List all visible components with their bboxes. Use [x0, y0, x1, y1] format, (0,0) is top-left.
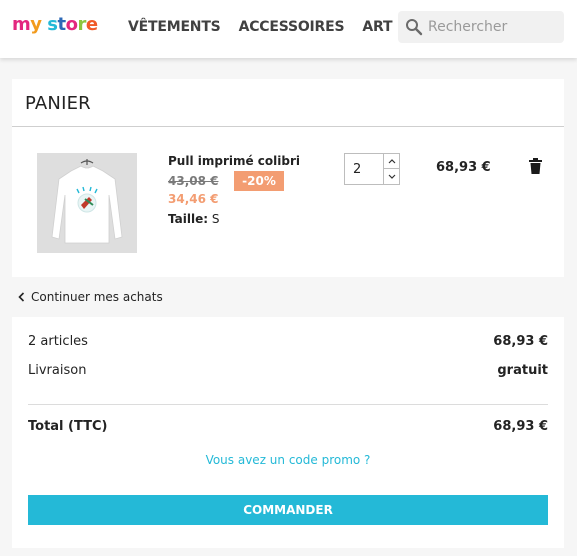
- shipping-value: gratuit: [497, 363, 548, 378]
- regular-price: 43,08 €: [168, 174, 219, 188]
- checkout-button[interactable]: COMMANDER: [28, 495, 548, 525]
- articles-label: 2 articles: [28, 334, 88, 349]
- search-input[interactable]: [428, 17, 558, 37]
- quantity-stepper: [344, 153, 400, 185]
- sale-price: 34,46 €: [168, 192, 219, 206]
- increase-quantity-button[interactable]: [383, 154, 399, 169]
- chevron-up-icon: [388, 159, 395, 164]
- continue-shopping-link[interactable]: Continuer mes achats: [18, 290, 163, 304]
- articles-value: 68,93 €: [493, 334, 548, 349]
- line-total: 68,93 €: [436, 160, 491, 175]
- trash-icon[interactable]: [529, 158, 542, 174]
- product-name[interactable]: Pull imprimé colibri: [168, 154, 300, 168]
- divider: [28, 404, 548, 405]
- shipping-label: Livraison: [28, 363, 87, 378]
- product-attribute-size: Taille: S: [168, 212, 219, 226]
- nav-item-art[interactable]: ART: [362, 19, 392, 35]
- continue-shopping-label: Continuer mes achats: [31, 290, 163, 304]
- cart-title: PANIER: [25, 93, 91, 114]
- divider: [12, 126, 564, 127]
- product-image[interactable]: [37, 153, 137, 253]
- chevron-left-icon: [18, 292, 25, 302]
- discount-badge: -20%: [234, 171, 284, 191]
- search-box[interactable]: [398, 11, 564, 43]
- search-icon[interactable]: [404, 17, 424, 37]
- nav-item-vetements[interactable]: VÊTEMENTS: [128, 19, 221, 35]
- site-header: my store VÊTEMENTS ACCESSOIRES ART: [0, 0, 577, 58]
- summary-row-shipping: Livraison gratuit: [28, 363, 548, 378]
- nav-item-accessoires[interactable]: ACCESSOIRES: [239, 19, 345, 35]
- size-value: S: [211, 212, 220, 226]
- size-label: Taille:: [168, 212, 209, 226]
- quantity-input[interactable]: [345, 154, 383, 184]
- summary-row-total: Total (TTC) 68,93 €: [28, 419, 548, 434]
- total-label: Total (TTC): [28, 419, 108, 434]
- decrease-quantity-button[interactable]: [383, 169, 399, 184]
- chevron-down-icon: [388, 174, 395, 179]
- store-logo[interactable]: my store: [12, 14, 98, 35]
- cart-summary: 2 articles 68,93 € Livraison gratuit Tot…: [12, 317, 564, 548]
- summary-row-articles: 2 articles 68,93 €: [28, 334, 548, 349]
- cart-card: PANIER Pull imprimé colibri 43,08 € -20%…: [12, 79, 564, 277]
- promo-code-link[interactable]: Vous avez un code promo ?: [12, 453, 564, 467]
- total-value: 68,93 €: [493, 419, 548, 434]
- main-nav: VÊTEMENTS ACCESSOIRES ART: [128, 19, 393, 35]
